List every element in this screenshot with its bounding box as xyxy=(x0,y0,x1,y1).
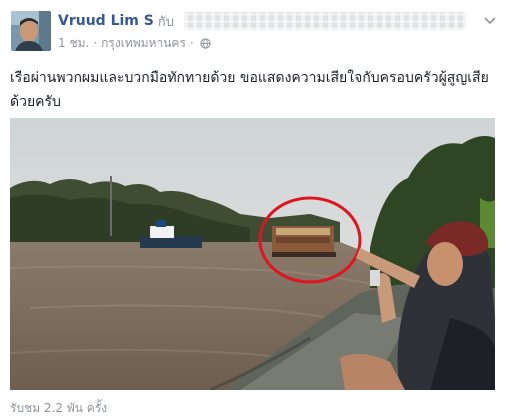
post-location-link[interactable]: กรุงเทพมหานคร xyxy=(101,34,186,53)
globe-icon[interactable] xyxy=(200,37,211,49)
with-label: กับ xyxy=(157,14,174,30)
post-meta: 1 ชม. · กรุงเทพมหานคร · xyxy=(58,35,211,51)
video-player[interactable] xyxy=(10,118,495,390)
post-timestamp[interactable]: 1 ชม. xyxy=(58,34,89,53)
video-frame xyxy=(10,118,495,390)
meta-separator: · xyxy=(189,36,194,50)
facebook-post: Vruud Lim S กับ 1 ชม. · กรุงเทพมหานคร · … xyxy=(0,0,506,418)
view-count: รับชม 2.2 พัน ครั้ง xyxy=(10,401,108,415)
chevron-down-icon[interactable] xyxy=(482,12,498,28)
author-line: Vruud Lim S กับ xyxy=(58,11,466,31)
avatar-photo xyxy=(11,11,51,51)
author-avatar[interactable] xyxy=(11,11,51,51)
redacted-tagged-names xyxy=(183,12,466,30)
author-name-link[interactable]: Vruud Lim S xyxy=(58,13,154,29)
meta-separator: · xyxy=(93,36,98,50)
post-text: เรือผ่านพวกผมและบวกมือทักทายด้วย ขอแสดงค… xyxy=(10,70,489,110)
